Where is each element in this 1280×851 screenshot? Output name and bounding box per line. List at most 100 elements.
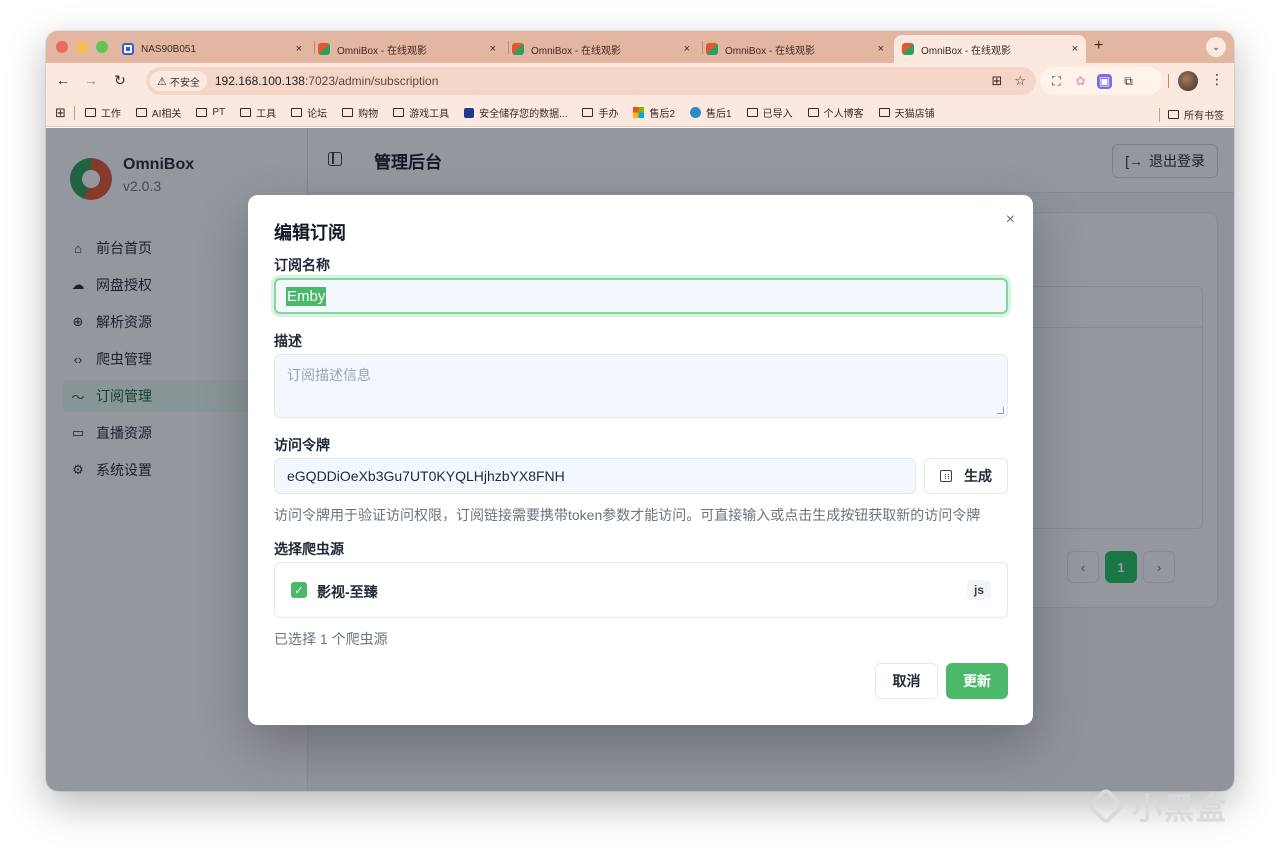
bookmark-folder[interactable]: 天猫店铺 bbox=[878, 105, 935, 120]
all-bookmarks-folder[interactable]: 所有书签 bbox=[1168, 107, 1224, 122]
bitwarden-icon bbox=[464, 107, 475, 118]
bookmark-star-icon[interactable]: ☆ bbox=[1014, 73, 1026, 89]
bookmark-label: 售后2 bbox=[649, 109, 676, 120]
tab-search-button[interactable]: ⌄ bbox=[1206, 37, 1226, 57]
folder-icon bbox=[393, 108, 405, 117]
folder-icon bbox=[240, 108, 252, 117]
bookmark-folder[interactable]: 手办 bbox=[582, 105, 618, 120]
bookmark-folder[interactable]: 购物 bbox=[342, 105, 378, 120]
bookmark-label: 售后1 bbox=[706, 109, 732, 120]
generate-token-button[interactable]: 生成 bbox=[924, 458, 1008, 494]
security-label: 不安全 bbox=[169, 77, 200, 89]
generate-icon bbox=[940, 470, 952, 482]
resize-handle-icon[interactable] bbox=[997, 407, 1004, 414]
tab-title: OmniBox - 在线观影 bbox=[531, 45, 622, 57]
minimize-window-button[interactable] bbox=[76, 41, 88, 53]
folder-icon bbox=[196, 108, 208, 117]
warning-icon: ⚠ bbox=[157, 75, 167, 88]
bookmark-link[interactable]: 安全储存您的数据... bbox=[464, 105, 567, 120]
tab-title: NAS90B051 bbox=[141, 43, 197, 55]
omnibox-icon bbox=[512, 43, 524, 55]
tab-title: OmniBox - 在线观影 bbox=[725, 45, 816, 57]
folder-icon bbox=[746, 108, 758, 117]
bookmark-separator bbox=[73, 105, 75, 120]
tab-close-icon[interactable]: × bbox=[684, 43, 690, 55]
crawler-source-list: ✓ 影视-至臻 js bbox=[274, 562, 1008, 618]
microsoft-icon bbox=[633, 107, 645, 118]
bookmark-folder[interactable]: 工具 bbox=[240, 105, 276, 120]
pink-extension-icon[interactable]: ✿ bbox=[1073, 74, 1088, 89]
url-text[interactable]: 192.168.100.138:7023/admin/subscription bbox=[215, 74, 439, 88]
bookmark-label: PT bbox=[212, 107, 226, 118]
purple-extension-icon[interactable]: ▣ bbox=[1097, 73, 1112, 89]
folder-icon bbox=[878, 108, 890, 117]
address-bar[interactable]: ⚠ 不安全 192.168.100.138:7023/admin/subscri… bbox=[146, 67, 1036, 95]
bookmark-label: AI相关 bbox=[151, 109, 182, 120]
bookmark-label: 工具 bbox=[256, 109, 277, 120]
forward-arrow-icon[interactable]: → bbox=[82, 72, 100, 88]
omnibox-icon bbox=[902, 43, 914, 55]
bookmark-label: 工作 bbox=[100, 109, 121, 120]
url-host: 192.168.100.138 bbox=[214, 74, 305, 88]
tab-close-icon[interactable]: × bbox=[490, 43, 496, 55]
folder-icon bbox=[342, 108, 354, 117]
tab-omnibox-active[interactable]: OmniBox - 在线观影 × bbox=[894, 35, 1086, 63]
security-indicator[interactable]: ⚠ 不安全 bbox=[150, 71, 207, 91]
tab-title: OmniBox - 在线观影 bbox=[337, 45, 428, 57]
selected-count: 已选择 1 个爬虫源 bbox=[274, 631, 388, 647]
folder-icon bbox=[582, 108, 594, 117]
apps-grid-icon[interactable]: ⊞ bbox=[55, 105, 66, 121]
nas-icon bbox=[122, 43, 134, 55]
screenshot-extension-icon[interactable]: ⛶ bbox=[1049, 74, 1064, 89]
reload-icon[interactable]: ↻ bbox=[111, 72, 129, 89]
bookmark-folder[interactable]: AI相关 bbox=[135, 105, 182, 120]
tab-omnibox-1[interactable]: OmniBox - 在线观影 × bbox=[310, 35, 504, 63]
bookmark-folder[interactable]: 游戏工具 bbox=[393, 105, 449, 120]
bookmark-folder[interactable]: 个人博客 bbox=[807, 105, 864, 120]
menu-kebab-icon[interactable]: ⋮ bbox=[1210, 71, 1224, 88]
bookmark-folder[interactable]: PT bbox=[196, 107, 225, 118]
tab-close-icon[interactable]: × bbox=[1072, 43, 1078, 55]
bookmark-folder[interactable]: 工作 bbox=[84, 105, 121, 120]
token-label: 访问令牌 bbox=[274, 437, 330, 453]
omnibox-icon bbox=[706, 43, 718, 55]
tab-omnibox-2[interactable]: OmniBox - 在线观影 × bbox=[504, 35, 698, 63]
browser-toolbar: ← → ↻ ⚠ 不安全 192.168.100.138:7023/admin/s… bbox=[46, 63, 1234, 99]
extensions-puzzle-icon[interactable]: ⧉ bbox=[1121, 74, 1136, 89]
bookmark-label: 安全储存您的数据... bbox=[479, 109, 568, 120]
bookmark-link[interactable]: 售后2 bbox=[633, 105, 675, 120]
bookmark-folder[interactable]: 已导入 bbox=[746, 105, 793, 120]
check-icon: ✓ bbox=[294, 584, 304, 597]
access-token-input[interactable]: eGQDDiOeXb3Gu7UT0KYQLHjhzbYX8FNH bbox=[274, 458, 916, 494]
close-icon[interactable]: × bbox=[1006, 211, 1015, 229]
source-name[interactable]: 影视-至臻 bbox=[317, 582, 378, 602]
omnibox-icon bbox=[318, 43, 330, 55]
tab-nas[interactable]: NAS90B051 × bbox=[114, 35, 310, 63]
zoom-window-button[interactable] bbox=[96, 41, 108, 53]
subscription-name-input[interactable]: Emby bbox=[274, 278, 1008, 314]
toolbar-separator bbox=[1168, 74, 1169, 88]
source-checkbox[interactable]: ✓ bbox=[291, 582, 307, 598]
cancel-button[interactable]: 取消 bbox=[875, 663, 938, 699]
close-window-button[interactable] bbox=[56, 41, 68, 53]
tab-title: OmniBox - 在线观影 bbox=[921, 45, 1012, 57]
tab-omnibox-3[interactable]: OmniBox - 在线观影 × bbox=[698, 35, 892, 63]
description-textarea[interactable]: 订阅描述信息 bbox=[274, 354, 1008, 418]
tab-close-icon[interactable]: × bbox=[296, 43, 302, 55]
source-type-badge: js bbox=[966, 580, 991, 600]
bookmark-label: 所有书签 bbox=[1184, 111, 1224, 122]
folder-icon bbox=[135, 108, 147, 117]
description-placeholder: 订阅描述信息 bbox=[287, 367, 371, 383]
bookmark-link[interactable]: 售后1 bbox=[690, 105, 732, 120]
update-button[interactable]: 更新 bbox=[946, 663, 1008, 699]
translate-icon[interactable]: ⊞ bbox=[991, 73, 1002, 89]
bookmark-folder[interactable]: 论坛 bbox=[291, 105, 327, 120]
profile-avatar[interactable] bbox=[1178, 71, 1198, 91]
back-arrow-icon[interactable]: ← bbox=[54, 72, 72, 88]
source-label: 选择爬虫源 bbox=[274, 541, 344, 557]
tab-close-icon[interactable]: × bbox=[878, 43, 884, 55]
watermark-text: 小黑盒 bbox=[1132, 793, 1228, 826]
new-tab-button[interactable]: + bbox=[1094, 37, 1103, 55]
globe-bookmark-icon bbox=[690, 107, 702, 118]
name-value: Emby bbox=[286, 286, 327, 306]
